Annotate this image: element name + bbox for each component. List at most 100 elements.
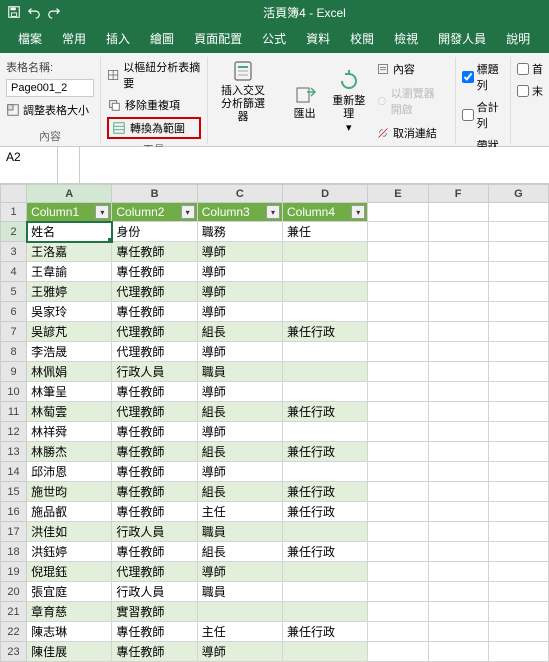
col-header-G[interactable]: G: [488, 185, 548, 203]
cell-G18[interactable]: [488, 542, 548, 562]
convert-range-button[interactable]: 轉換為範圍: [107, 117, 201, 139]
refresh-button[interactable]: 重新整理▾: [325, 57, 373, 145]
filter-dropdown-icon[interactable]: ▾: [181, 205, 195, 219]
tab-formula[interactable]: 公式: [252, 24, 296, 53]
cell-B12[interactable]: 專任教師: [112, 422, 197, 442]
cell-D8[interactable]: [282, 342, 367, 362]
cell-C6[interactable]: 導師: [197, 302, 282, 322]
cell-F13[interactable]: [428, 442, 488, 462]
cell-D2[interactable]: 兼任: [282, 222, 367, 242]
cell-D21[interactable]: [282, 602, 367, 622]
cell-F9[interactable]: [428, 362, 488, 382]
row-header-16[interactable]: 16: [1, 502, 27, 522]
cell-C19[interactable]: 導師: [197, 562, 282, 582]
cell-B16[interactable]: 專任教師: [112, 502, 197, 522]
cell-F23[interactable]: [428, 642, 488, 662]
cell-B2[interactable]: 身份: [112, 222, 197, 242]
table-header-cell[interactable]: Column2▾: [112, 203, 197, 222]
col-header-B[interactable]: B: [112, 185, 197, 203]
tab-layout[interactable]: 頁面配置: [184, 24, 252, 53]
cell-F19[interactable]: [428, 562, 488, 582]
cell-B19[interactable]: 代理教師: [112, 562, 197, 582]
worksheet-grid[interactable]: ABCDEFG1Column1▾Column2▾Column3▾Column4▾…: [0, 184, 549, 662]
cell-A23[interactable]: 陳佳展: [27, 642, 112, 662]
cell-F12[interactable]: [428, 422, 488, 442]
row-header-5[interactable]: 5: [1, 282, 27, 302]
cell-D10[interactable]: [282, 382, 367, 402]
cell-G6[interactable]: [488, 302, 548, 322]
cell-D12[interactable]: [282, 422, 367, 442]
cell-D13[interactable]: 兼任行政: [282, 442, 367, 462]
col-header-A[interactable]: A: [27, 185, 112, 203]
cell-E9[interactable]: [368, 362, 428, 382]
row-header-4[interactable]: 4: [1, 262, 27, 282]
formula-input[interactable]: [80, 147, 549, 183]
tab-dev[interactable]: 開發人員: [428, 24, 496, 53]
cell-B23[interactable]: 專任教師: [112, 642, 197, 662]
cell-B18[interactable]: 專任教師: [112, 542, 197, 562]
select-all-cell[interactable]: [1, 185, 27, 203]
cell-E14[interactable]: [368, 462, 428, 482]
cell-F11[interactable]: [428, 402, 488, 422]
table-header-cell[interactable]: Column4▾: [282, 203, 367, 222]
cell-E12[interactable]: [368, 422, 428, 442]
pivot-summary-button[interactable]: 以樞紐分析表摘要: [107, 57, 201, 93]
opt-total-checkbox[interactable]: 合計列: [462, 99, 504, 131]
cell-E17[interactable]: [368, 522, 428, 542]
cell-G20[interactable]: [488, 582, 548, 602]
cell-F15[interactable]: [428, 482, 488, 502]
row-header-8[interactable]: 8: [1, 342, 27, 362]
row-header-7[interactable]: 7: [1, 322, 27, 342]
cell-G11[interactable]: [488, 402, 548, 422]
cell-B17[interactable]: 行政人員: [112, 522, 197, 542]
cell-A2[interactable]: 姓名: [27, 222, 112, 242]
cell-F14[interactable]: [428, 462, 488, 482]
cell-G13[interactable]: [488, 442, 548, 462]
cell-E10[interactable]: [368, 382, 428, 402]
cell-C2[interactable]: 職務: [197, 222, 282, 242]
name-box[interactable]: A2: [0, 147, 58, 183]
col-header-E[interactable]: E: [368, 185, 428, 203]
cell-B14[interactable]: 專任教師: [112, 462, 197, 482]
row-header-14[interactable]: 14: [1, 462, 27, 482]
cell-C20[interactable]: 職員: [197, 582, 282, 602]
cell-C21[interactable]: [197, 602, 282, 622]
cell-G19[interactable]: [488, 562, 548, 582]
row-header-11[interactable]: 11: [1, 402, 27, 422]
cell-D18[interactable]: 兼任行政: [282, 542, 367, 562]
cell-G2[interactable]: [488, 222, 548, 242]
cell-A10[interactable]: 林筆呈: [27, 382, 112, 402]
table-header-cell[interactable]: Column1▾: [27, 203, 112, 222]
cell-C5[interactable]: 導師: [197, 282, 282, 302]
cell-G16[interactable]: [488, 502, 548, 522]
col-header-D[interactable]: D: [282, 185, 367, 203]
cell-G4[interactable]: [488, 262, 548, 282]
cell-G5[interactable]: [488, 282, 548, 302]
tab-insert[interactable]: 插入: [96, 24, 140, 53]
cell-G15[interactable]: [488, 482, 548, 502]
cell-F18[interactable]: [428, 542, 488, 562]
cell-B9[interactable]: 行政人員: [112, 362, 197, 382]
cell-A6[interactable]: 吳家玲: [27, 302, 112, 322]
cell-A8[interactable]: 李浩晟: [27, 342, 112, 362]
cell-D6[interactable]: [282, 302, 367, 322]
cell-F5[interactable]: [428, 282, 488, 302]
cell-C17[interactable]: 職員: [197, 522, 282, 542]
cell-E21[interactable]: [368, 602, 428, 622]
cell-C7[interactable]: 組長: [197, 322, 282, 342]
tab-data[interactable]: 資料: [296, 24, 340, 53]
row-header-20[interactable]: 20: [1, 582, 27, 602]
cell-D19[interactable]: [282, 562, 367, 582]
cell-B11[interactable]: 代理教師: [112, 402, 197, 422]
cell-B10[interactable]: 專任教師: [112, 382, 197, 402]
cell-F8[interactable]: [428, 342, 488, 362]
cell-D17[interactable]: [282, 522, 367, 542]
row-header-21[interactable]: 21: [1, 602, 27, 622]
cell-A22[interactable]: 陳志琳: [27, 622, 112, 642]
cell-A16[interactable]: 施品叡: [27, 502, 112, 522]
cell-E16[interactable]: [368, 502, 428, 522]
cell-F17[interactable]: [428, 522, 488, 542]
cell-C8[interactable]: 導師: [197, 342, 282, 362]
cell-A15[interactable]: 施世昀: [27, 482, 112, 502]
cell-C4[interactable]: 導師: [197, 262, 282, 282]
